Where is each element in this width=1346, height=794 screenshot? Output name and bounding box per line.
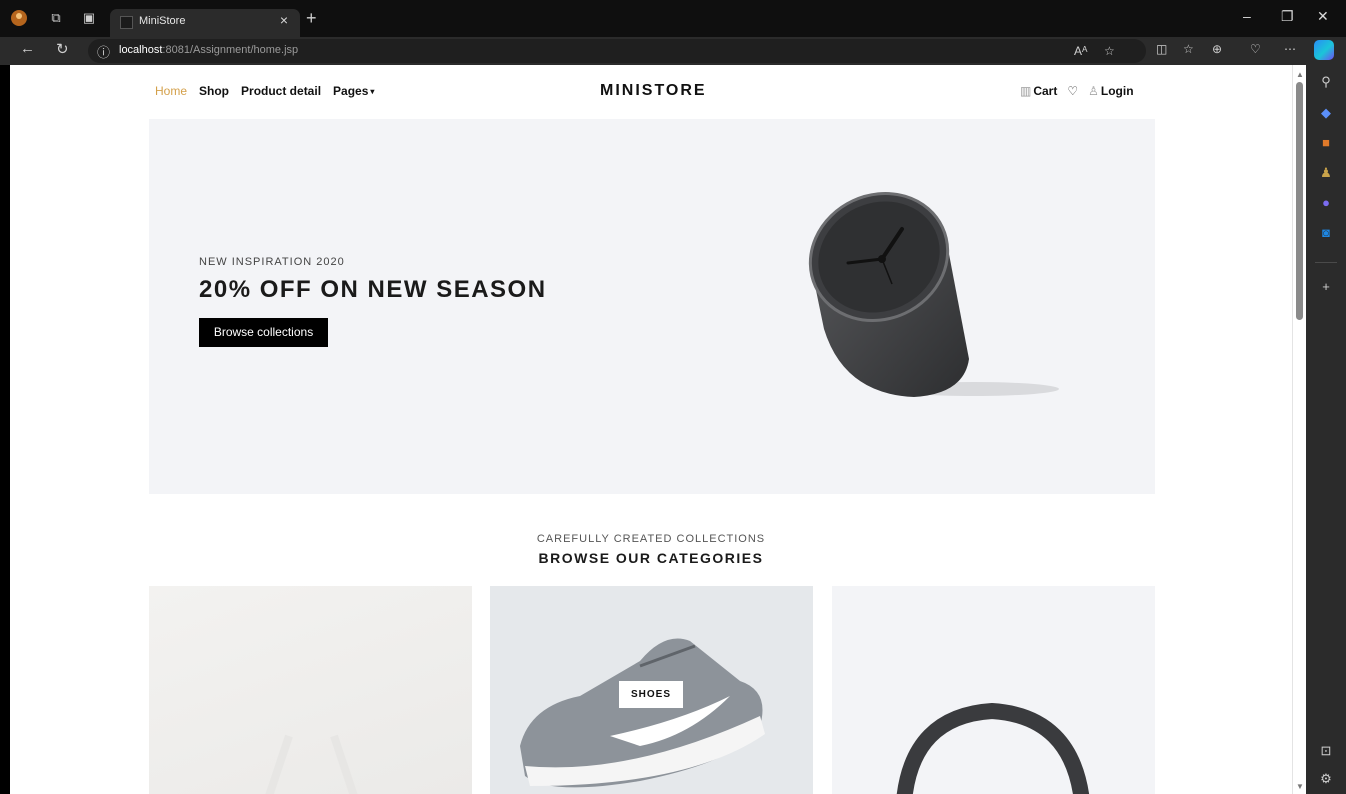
workspaces-icon[interactable]: ⧉ bbox=[47, 9, 65, 27]
copilot-sidebar-icon[interactable]: ● bbox=[1316, 193, 1336, 213]
page-scrollbar[interactable]: ▲ ▼ bbox=[1292, 65, 1306, 794]
caret-down-icon: ▾ bbox=[370, 87, 375, 96]
url-path: :8081/Assignment/home.jsp bbox=[162, 44, 299, 56]
cart-label: Cart bbox=[1033, 84, 1058, 98]
close-window-button[interactable]: ✕ bbox=[1317, 8, 1329, 25]
favorites-icon[interactable]: ☆ bbox=[1183, 42, 1194, 56]
refresh-icon[interactable]: ↻ bbox=[56, 40, 69, 58]
nav-home-link[interactable]: Home bbox=[155, 84, 187, 98]
games-icon[interactable]: ♟ bbox=[1316, 163, 1336, 183]
tag-icon[interactable]: ◆ bbox=[1316, 103, 1336, 123]
screenshot-icon[interactable]: ⊡ bbox=[1316, 741, 1336, 761]
hero-banner: NEW INSPIRATION 2020 20% OFF ON NEW SEAS… bbox=[149, 119, 1155, 494]
header-actions: ▥ Cart ♡ ♙ Login bbox=[1020, 84, 1134, 98]
url-field[interactable]: ⓘ localhost:8081/Assignment/home.jsp Aᴬ … bbox=[88, 39, 1146, 63]
hero-clock-image bbox=[808, 191, 1059, 397]
site-logo[interactable]: MINISTORE bbox=[600, 82, 707, 100]
category-card-shoes[interactable]: SHOES bbox=[490, 586, 813, 794]
sidebar-divider bbox=[1315, 262, 1337, 263]
scroll-down-icon[interactable]: ▼ bbox=[1296, 782, 1304, 791]
tab-title: MiniStore bbox=[139, 15, 186, 27]
tab-actions-icon[interactable]: ▣ bbox=[80, 9, 98, 27]
health-icon[interactable]: ♡ bbox=[1250, 42, 1261, 56]
scroll-up-icon[interactable]: ▲ bbox=[1296, 70, 1304, 79]
minimize-button[interactable]: – bbox=[1243, 8, 1251, 24]
settings-icon[interactable]: ⚙ bbox=[1316, 769, 1336, 789]
briefcase-icon[interactable]: ■ bbox=[1316, 133, 1336, 153]
page-viewport: Home Shop Product detail Pages ▾ MINISTOR… bbox=[10, 65, 1292, 794]
shoes-category-label[interactable]: SHOES bbox=[619, 681, 683, 708]
tab-close-icon[interactable]: × bbox=[280, 12, 288, 28]
nav-product-detail-link[interactable]: Product detail bbox=[241, 84, 321, 98]
nav-pages-label: Pages bbox=[333, 84, 369, 98]
browser-tab-bar: ⧉ ▣ MiniStore × + – ❐ ✕ bbox=[0, 0, 1346, 37]
user-icon: ♙ bbox=[1088, 84, 1099, 98]
hero-eyebrow: NEW INSPIRATION 2020 bbox=[199, 256, 345, 268]
login-label: Login bbox=[1100, 84, 1134, 98]
scroll-thumb[interactable] bbox=[1296, 82, 1303, 320]
hero-title: 20% OFF ON NEW SEASON bbox=[199, 276, 547, 303]
read-aloud-icon[interactable]: Aᴬ bbox=[1074, 44, 1087, 58]
tab-favicon-icon bbox=[120, 16, 133, 29]
category-1-image bbox=[265, 734, 358, 794]
headphones-image bbox=[896, 702, 1090, 794]
categories-eyebrow: CAREFULLY CREATED COLLECTIONS bbox=[536, 533, 766, 545]
category-card-3[interactable] bbox=[832, 586, 1155, 794]
login-link[interactable]: ♙ Login bbox=[1088, 84, 1133, 98]
split-screen-icon[interactable]: ◫ bbox=[1156, 42, 1167, 56]
outlook-icon[interactable]: ◙ bbox=[1316, 223, 1336, 243]
category-card-1[interactable] bbox=[149, 586, 472, 794]
url-host: localhost bbox=[119, 44, 163, 56]
back-icon[interactable]: ← bbox=[20, 40, 35, 57]
edge-sidebar: ⚲ ◆ ■ ♟ ● ◙ + ⊡ ⚙ bbox=[1306, 65, 1346, 794]
cart-icon: ▥ bbox=[1020, 84, 1032, 98]
more-icon[interactable]: ⋯ bbox=[1284, 42, 1296, 56]
profile-icon[interactable] bbox=[10, 9, 28, 27]
search-icon[interactable]: ⚲ bbox=[1316, 72, 1336, 92]
collections-icon[interactable]: ⊕ bbox=[1212, 42, 1222, 56]
add-icon[interactable]: + bbox=[1316, 277, 1336, 297]
cart-link[interactable]: ▥ Cart bbox=[1020, 84, 1057, 98]
nav-pages-dropdown[interactable]: Pages ▾ bbox=[333, 84, 374, 98]
tab-ministore[interactable]: MiniStore × bbox=[110, 9, 300, 37]
categories-title: BROWSE OUR CATEGORIES bbox=[538, 550, 764, 566]
nav-shop-link[interactable]: Shop bbox=[199, 84, 229, 98]
info-icon[interactable]: ⓘ bbox=[97, 42, 110, 61]
restore-button[interactable]: ❐ bbox=[1281, 8, 1294, 25]
new-tab-button[interactable]: + bbox=[306, 9, 317, 27]
browse-collections-button[interactable]: Browse collections bbox=[199, 318, 328, 347]
copilot-icon[interactable] bbox=[1314, 40, 1334, 60]
main-nav: Home Shop Product detail Pages ▾ bbox=[155, 84, 374, 98]
wishlist-heart-icon[interactable]: ♡ bbox=[1067, 84, 1078, 98]
browser-address-bar: ← ↻ ⓘ localhost:8081/Assignment/home.jsp… bbox=[0, 37, 1346, 65]
favorite-star-icon[interactable]: ☆ bbox=[1104, 44, 1115, 58]
